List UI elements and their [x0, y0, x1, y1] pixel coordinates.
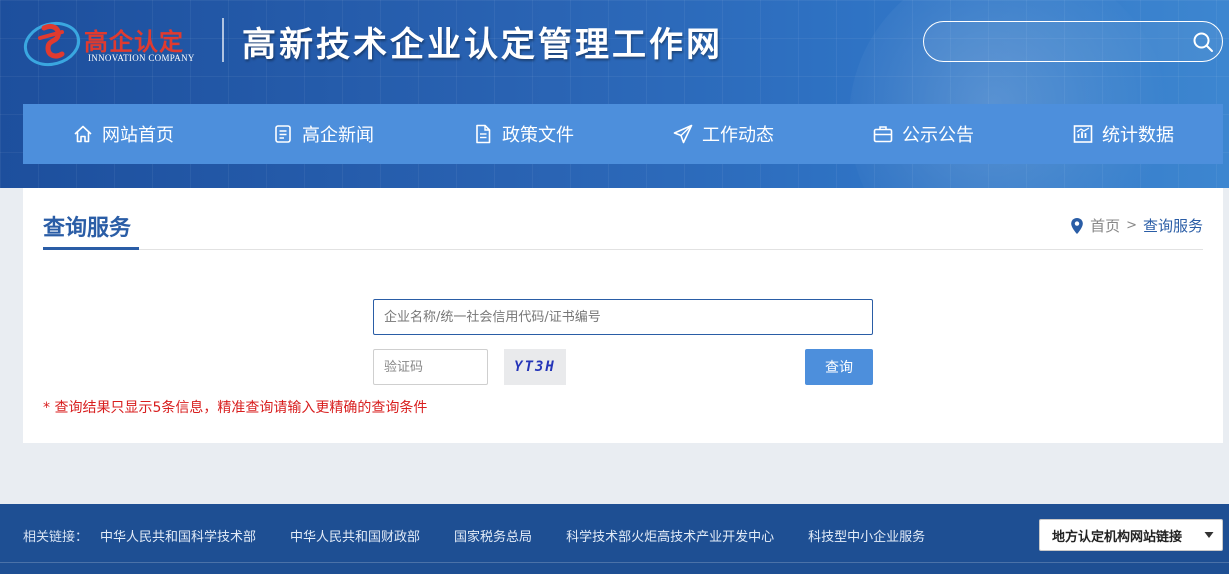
captcha-image[interactable]: YT3H — [504, 349, 566, 385]
caret-down-icon — [1204, 532, 1214, 538]
local-select-label: 地方认定机构网站链接 — [1052, 529, 1183, 545]
related-links-label: 相关链接： — [23, 530, 89, 545]
logo-chinese-text: 高企认定 — [84, 27, 184, 56]
footer-link-mof[interactable]: 中华人民共和国财政部 — [290, 526, 420, 545]
logo-english-text: INNOVATION COMPANY — [88, 53, 195, 63]
footer-divider — [0, 562, 1229, 563]
logo-mark-icon — [23, 21, 81, 67]
breadcrumb-current: 查询服务 — [1142, 217, 1203, 235]
location-pin-icon — [1071, 217, 1083, 234]
footer-link-torch-center[interactable]: 科学技术部火炬高技术产业开发中心 — [566, 526, 774, 545]
briefcase-icon — [872, 123, 894, 145]
search-box[interactable] — [923, 21, 1223, 62]
nav-item-announcements[interactable]: 公示公告 — [823, 104, 1023, 164]
footer-link-sat[interactable]: 国家税务总局 — [454, 526, 532, 545]
main-nav: 网站首页 高企新闻 政策文件 工作动态 公示公告 统计数据 — [23, 104, 1223, 164]
nav-item-statistics[interactable]: 统计数据 — [1023, 104, 1223, 164]
nav-item-label: 政策文件 — [502, 125, 574, 146]
document-icon — [472, 123, 494, 145]
logo-divider — [222, 18, 224, 62]
company-query-input[interactable] — [373, 299, 873, 335]
site-logo[interactable]: 高企认定 INNOVATION COMPANY — [22, 12, 212, 70]
query-button[interactable]: 查询 — [805, 349, 873, 385]
footer-link-most[interactable]: 中华人民共和国科学技术部 — [100, 526, 256, 545]
chart-icon — [1072, 123, 1094, 145]
breadcrumb: 首页 > 查询服务 — [1070, 215, 1203, 236]
nav-item-label: 工作动态 — [702, 125, 774, 146]
nav-item-label: 高企新闻 — [302, 125, 374, 146]
nav-item-label: 网站首页 — [102, 125, 174, 146]
nav-item-news[interactable]: 高企新闻 — [223, 104, 423, 164]
breadcrumb-separator: > — [1126, 218, 1137, 233]
footer-link-sme-service[interactable]: 科技型中小企业服务 — [808, 526, 925, 545]
nav-item-label: 统计数据 — [1102, 125, 1174, 146]
footer: 相关链接： 中华人民共和国科学技术部 中华人民共和国财政部 国家税务总局 科学技… — [0, 504, 1229, 574]
breadcrumb-home-link[interactable]: 首页 — [1090, 215, 1120, 236]
site-title: 高新技术企业认定管理工作网 — [242, 25, 723, 65]
home-icon — [72, 123, 94, 145]
query-panel: 查询服务 首页 > 查询服务 YT3H 查询 * 查询结果只显示5条信息，精准查… — [23, 188, 1223, 443]
news-icon — [272, 123, 294, 145]
nav-item-label: 公示公告 — [902, 125, 974, 146]
search-icon[interactable] — [1192, 31, 1214, 53]
related-links: 相关链接： 中华人民共和国科学技术部 中华人民共和国财政部 国家税务总局 科学技… — [23, 526, 959, 545]
title-divider — [43, 249, 1203, 250]
local-agency-links-select[interactable]: 地方认定机构网站链接 — [1039, 519, 1223, 551]
query-hint-text: * 查询结果只显示5条信息，精准查询请输入更精确的查询条件 — [43, 400, 428, 416]
search-input[interactable] — [940, 30, 1180, 54]
nav-item-policy[interactable]: 政策文件 — [423, 104, 623, 164]
nav-item-home[interactable]: 网站首页 — [23, 104, 223, 164]
paper-plane-icon — [672, 123, 694, 145]
captcha-input[interactable] — [373, 349, 488, 385]
nav-item-work-updates[interactable]: 工作动态 — [623, 104, 823, 164]
page-title: 查询服务 — [43, 216, 132, 241]
title-underline — [43, 247, 139, 250]
